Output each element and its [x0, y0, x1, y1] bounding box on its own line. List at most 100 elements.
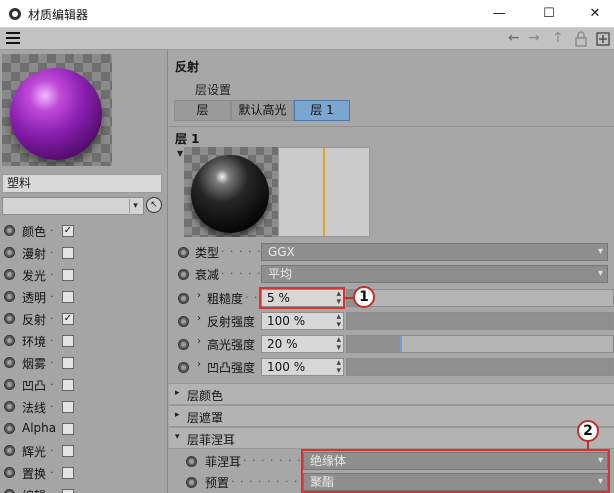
type-value: GGX [268, 245, 295, 259]
spinner-icon[interactable]: ▴ ▾ [336, 313, 341, 330]
animate-radio-icon[interactable] [178, 316, 189, 327]
close-button[interactable]: ✕ [572, 0, 614, 28]
animate-radio-icon[interactable] [178, 293, 189, 304]
fresnel-label: 菲涅耳 [205, 455, 242, 469]
slider-fill [347, 336, 400, 352]
group-layer-fresnel[interactable]: ▾ 层菲涅耳 [169, 427, 614, 449]
channel-item[interactable]: 发光. [0, 264, 168, 286]
group-layer-color[interactable]: ▸ 层颜色 [169, 383, 614, 405]
animate-radio-icon[interactable] [186, 456, 197, 467]
animate-radio-icon[interactable] [178, 339, 189, 350]
animate-radio-icon[interactable] [4, 379, 15, 390]
chevron-down-icon[interactable]: ▾ [129, 199, 141, 213]
reflectance-graph[interactable] [278, 147, 370, 237]
animate-radio-icon[interactable] [4, 247, 15, 258]
group-layer-mask[interactable]: ▸ 层遮罩 [169, 405, 614, 427]
channel-checkbox[interactable] [62, 489, 74, 493]
bump-strength-label: 凹凸强度 [207, 361, 256, 375]
material-preview-sphere [10, 68, 102, 160]
minimize-button[interactable]: — [476, 0, 522, 28]
channel-item[interactable]: 凹凸. [0, 374, 168, 396]
layer-settings-label: 层设置 [195, 83, 232, 97]
channel-checkbox[interactable] [62, 379, 74, 391]
tab-layer[interactable]: 层 [174, 100, 231, 121]
prop-type: 类型 . . . . . . GGX ▾ [169, 241, 614, 263]
reflect-strength-slider[interactable] [346, 312, 614, 330]
channel-item[interactable]: 编辑. [0, 484, 168, 493]
lock-icon[interactable] [575, 31, 587, 47]
expand-chevron-icon[interactable]: › [197, 290, 201, 301]
animate-radio-icon[interactable] [186, 477, 197, 488]
roughness-slider[interactable] [346, 289, 614, 307]
channel-checkbox[interactable] [62, 445, 74, 457]
forward-arrow-icon[interactable]: → [528, 30, 540, 46]
hamburger-menu-icon[interactable] [6, 32, 20, 44]
specular-strength-slider[interactable] [346, 335, 614, 353]
bump-strength-field[interactable]: 100 % ▴ ▾ [261, 358, 344, 376]
channel-checkbox[interactable] [62, 247, 74, 259]
channel-checkbox[interactable] [62, 291, 74, 303]
animate-radio-icon[interactable] [4, 445, 15, 456]
prop-specular-strength: › 高光强度 20 % ▴ ▾ [169, 333, 614, 355]
channel-item[interactable]: 法线. [0, 396, 168, 418]
channel-item[interactable]: 烟雾. [0, 352, 168, 374]
animate-radio-icon[interactable] [4, 401, 15, 412]
specular-strength-value: 20 % [267, 337, 298, 351]
channel-checkbox[interactable] [62, 467, 74, 479]
tab-default-specular[interactable]: 默认高光 [231, 100, 294, 121]
bump-strength-slider[interactable] [346, 358, 614, 376]
channel-checkbox[interactable] [62, 269, 74, 281]
channel-item[interactable]: 辉光. [0, 440, 168, 462]
channel-checkbox[interactable]: ✓ [62, 313, 74, 325]
label-dots: . [50, 353, 54, 366]
back-arrow-icon[interactable]: ← [508, 30, 520, 46]
up-arrow-icon[interactable]: ↑ [552, 30, 564, 46]
animate-radio-icon[interactable] [178, 362, 189, 373]
reflect-strength-field[interactable]: 100 % ▴ ▾ [261, 312, 344, 330]
tab-layer-1[interactable]: 层 1 [294, 100, 350, 121]
animate-radio-icon[interactable] [4, 357, 15, 368]
channel-item[interactable]: 置换. [0, 462, 168, 484]
channel-checkbox[interactable] [62, 357, 74, 369]
channel-item[interactable]: 漫射. [0, 242, 168, 264]
reflect-strength-label: 反射强度 [207, 315, 256, 329]
animate-radio-icon[interactable] [178, 269, 189, 280]
animate-radio-icon[interactable] [4, 291, 15, 302]
channel-checkbox[interactable]: ✓ [62, 225, 74, 237]
animate-radio-icon[interactable] [4, 335, 15, 346]
channel-label: 透明 [22, 291, 47, 305]
expand-chevron-icon[interactable]: › [197, 313, 201, 324]
new-panel-icon[interactable] [596, 32, 610, 46]
animate-radio-icon[interactable] [4, 467, 15, 478]
animate-radio-icon[interactable] [4, 269, 15, 280]
type-dropdown[interactable]: GGX ▾ [261, 243, 608, 261]
animate-radio-icon[interactable] [4, 489, 15, 493]
animate-radio-icon[interactable] [178, 247, 189, 258]
channel-item[interactable]: 环境. [0, 330, 168, 352]
channel-item[interactable]: 颜色. ✓ [0, 220, 168, 242]
material-combo[interactable]: ▾ [2, 197, 144, 215]
channel-checkbox[interactable] [62, 335, 74, 347]
collapse-caret-icon[interactable]: ▼ [177, 149, 183, 158]
channel-checkbox[interactable] [62, 401, 74, 413]
expand-chevron-icon[interactable]: › [197, 359, 201, 370]
specular-strength-field[interactable]: 20 % ▴ ▾ [261, 335, 344, 353]
slider-handle[interactable] [400, 336, 402, 352]
spinner-icon[interactable]: ▴ ▾ [336, 336, 341, 353]
animate-radio-icon[interactable] [4, 225, 15, 236]
maximize-button[interactable]: ☐ [526, 0, 572, 28]
pick-cursor-icon[interactable]: ↖ [146, 197, 162, 213]
material-name-field[interactable]: 塑料 [2, 174, 162, 193]
spinner-icon[interactable]: ▴ ▾ [336, 359, 341, 376]
expand-chevron-icon[interactable]: › [197, 336, 201, 347]
channel-item[interactable]: Alpha. [0, 418, 168, 440]
channel-item[interactable]: 反射. ✓ [0, 308, 168, 330]
layer-preview[interactable] [184, 147, 278, 237]
channel-checkbox[interactable] [62, 423, 74, 435]
channel-label: 颜色 [22, 225, 47, 239]
animate-radio-icon[interactable] [4, 313, 15, 324]
channel-item[interactable]: 透明. [0, 286, 168, 308]
material-preview[interactable] [2, 54, 112, 166]
animate-radio-icon[interactable] [4, 423, 15, 434]
attenuation-dropdown[interactable]: 平均 ▾ [261, 265, 608, 283]
